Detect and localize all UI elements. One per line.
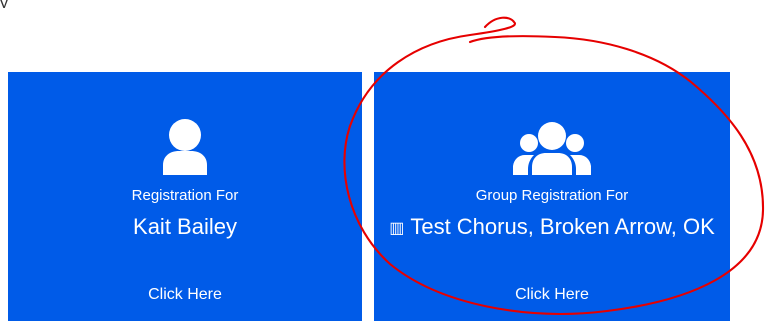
group-registration-label: Group Registration For: [475, 187, 629, 204]
group-name-text: Test Chorus, Broken Arrow, OK: [410, 214, 715, 239]
group-registration-link[interactable]: Click Here: [374, 285, 730, 305]
partial-header-text: y: [0, 0, 10, 8]
registration-options-screen: y Registration For Kait Bailey Click Her…: [0, 0, 770, 321]
group-name: ▥ Test Chorus, Broken Arrow, OK: [382, 211, 722, 244]
building-icon: ▥: [389, 220, 405, 237]
user-icon: [8, 117, 362, 177]
group-registration-card[interactable]: Group Registration For ▥ Test Chorus, Bro…: [374, 72, 730, 321]
individual-registration-card[interactable]: Registration For Kait Bailey Click Here: [8, 72, 362, 321]
individual-registration-link[interactable]: Click Here: [8, 285, 362, 305]
group-icon: [374, 117, 730, 177]
registration-label: Registration For: [131, 187, 239, 204]
registrant-name: Kait Bailey: [133, 214, 237, 239]
